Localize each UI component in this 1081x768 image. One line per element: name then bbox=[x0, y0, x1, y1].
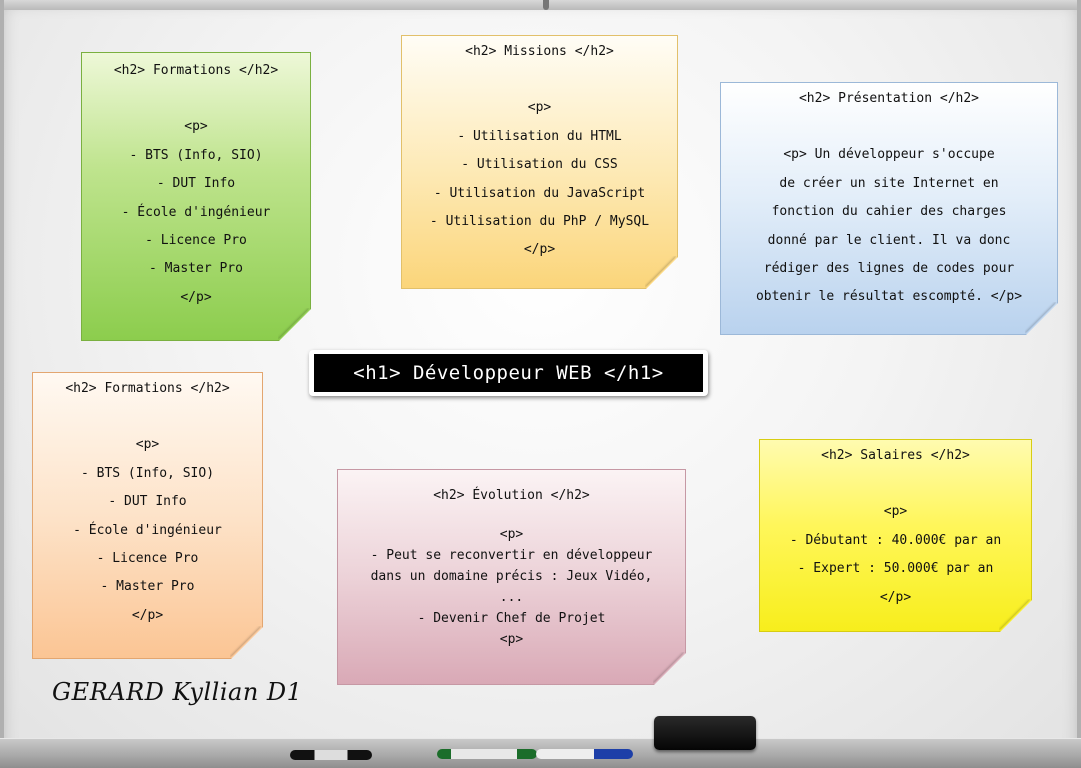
note-line: - Utilisation du CSS bbox=[461, 157, 618, 173]
note-line: - DUT Info bbox=[156, 176, 236, 192]
note-line: - Utilisation du PhP / MySQL bbox=[429, 214, 650, 230]
page-title: <h1> Développeur WEB </h1> bbox=[309, 350, 708, 396]
note-line: obtenir le résultat escompté. </p> bbox=[755, 289, 1023, 305]
whiteboard-frame-top bbox=[0, 0, 1081, 10]
blue-marker bbox=[536, 749, 633, 759]
note-formations-green: <h2> Formations </h2> <p> - BTS (Info, S… bbox=[81, 52, 311, 341]
note-line: - Devenir Chef de Projet bbox=[417, 611, 606, 626]
note-heading: <h2> Formations </h2> bbox=[113, 63, 279, 78]
note-line: </p> bbox=[879, 589, 912, 605]
note-heading: <h2> Évolution </h2> bbox=[433, 488, 590, 503]
note-missions: <h2> Missions </h2> <p> - Utilisation du… bbox=[401, 35, 678, 289]
note-line: - École d'ingénieur bbox=[73, 522, 222, 538]
note-line: - Licence Pro bbox=[96, 551, 199, 567]
note-line: - Débutant : 40.000€ par an bbox=[789, 532, 1002, 548]
whiteboard-frame-left bbox=[0, 0, 4, 767]
note-line: </p> bbox=[523, 242, 556, 258]
note-line: - Expert : 50.000€ par an bbox=[797, 561, 994, 577]
note-line: - Master Pro bbox=[100, 579, 195, 595]
note-line: <p> bbox=[135, 437, 160, 453]
note-line: </p> bbox=[180, 289, 212, 305]
note-line: - Peut se reconvertir en développeur bbox=[370, 548, 653, 563]
note-line: rédiger des lignes de codes pour bbox=[763, 261, 1015, 277]
page-title-text: <h1> Développeur WEB </h1> bbox=[314, 354, 703, 392]
author-signature: GERARD Kyllian D1 bbox=[52, 678, 303, 706]
whiteboard-frame-right bbox=[1077, 0, 1081, 767]
note-line: <p> bbox=[499, 527, 524, 542]
note-line: - École d'ingénieur bbox=[121, 204, 271, 220]
black-marker bbox=[290, 750, 372, 760]
note-line: de créer un site Internet en bbox=[779, 175, 999, 191]
note-heading: <h2> Présentation </h2> bbox=[798, 91, 979, 106]
note-line: dans un domaine précis : Jeux Vidéo, bbox=[370, 569, 653, 584]
note-line: donné par le client. Il va donc bbox=[767, 232, 1011, 248]
note-line: - BTS (Info, SIO) bbox=[80, 465, 215, 481]
note-line: <p> bbox=[184, 119, 208, 135]
note-evolution: <h2> Évolution </h2> <p> - Peut se recon… bbox=[337, 469, 686, 685]
note-line: <p> Un développeur s'occupe bbox=[783, 147, 995, 163]
note-formations-orange: <h2> Formations </h2> <p> - BTS (Info, S… bbox=[32, 372, 263, 659]
note-line: - BTS (Info, SIO) bbox=[129, 147, 263, 163]
board-clip bbox=[543, 0, 549, 10]
note-line: </p> bbox=[131, 607, 164, 623]
note-line: ... bbox=[499, 590, 524, 605]
note-line: <p> bbox=[527, 100, 552, 116]
note-line: <p> bbox=[499, 632, 524, 647]
note-line: - Utilisation du JavaScript bbox=[433, 185, 646, 201]
note-presentation: <h2> Présentation </h2> <p> Un développe… bbox=[720, 82, 1058, 335]
green-marker bbox=[437, 749, 537, 759]
note-heading: <h2> Formations </h2> bbox=[65, 381, 230, 396]
note-line: fonction du cahier des charges bbox=[771, 204, 1007, 220]
note-line: <p> bbox=[883, 504, 908, 520]
note-line: - Licence Pro bbox=[145, 233, 247, 249]
note-line: - DUT Info bbox=[108, 494, 187, 510]
note-line: - Master Pro bbox=[149, 261, 243, 277]
note-heading: <h2> Salaires </h2> bbox=[821, 448, 970, 463]
note-heading: <h2> Missions </h2> bbox=[465, 44, 614, 59]
note-salaires: <h2> Salaires </h2> <p> - Débutant : 40.… bbox=[759, 439, 1032, 632]
note-line: - Utilisation du HTML bbox=[457, 128, 622, 144]
board-eraser bbox=[654, 716, 756, 750]
